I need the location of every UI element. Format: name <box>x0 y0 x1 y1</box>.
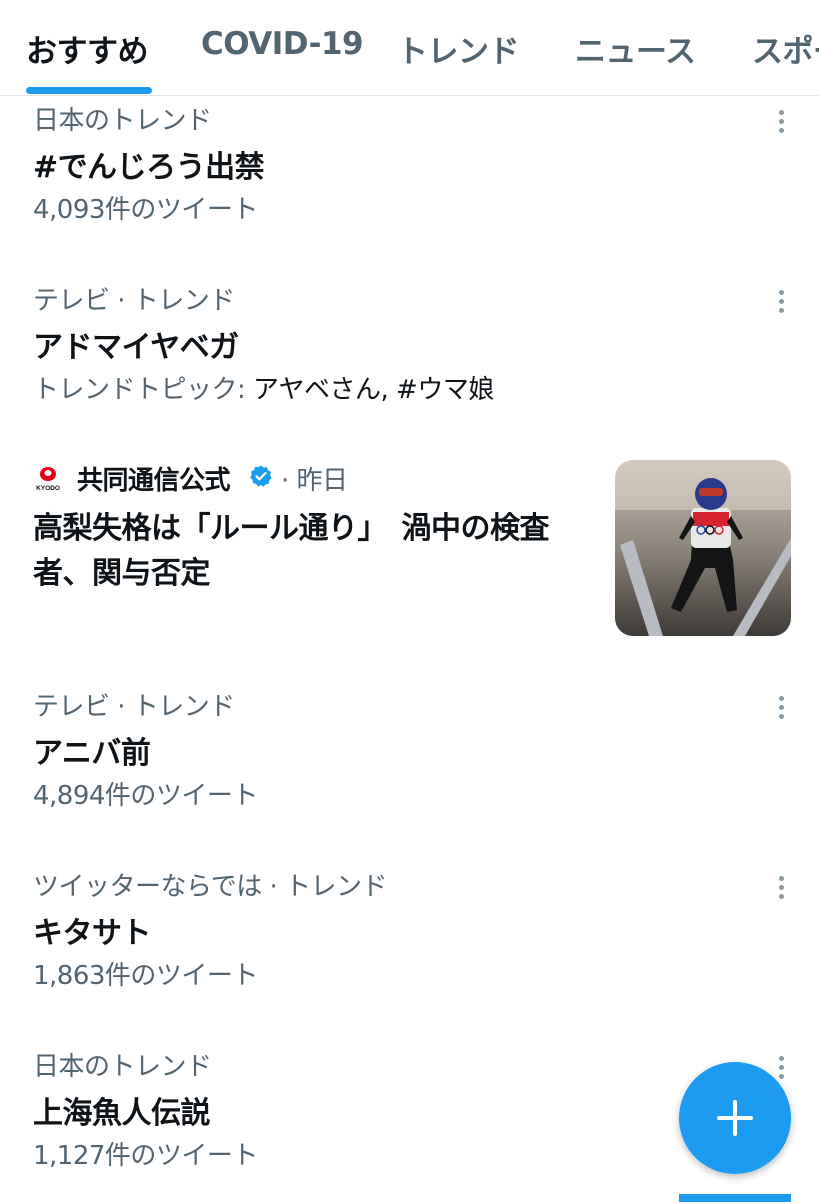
trend-name: 上海魚人伝説 <box>33 1096 211 1131</box>
trend-item[interactable]: テレビ · トレンド アニバ前 4,894件のツイート <box>0 686 819 816</box>
more-vertical-icon[interactable] <box>773 694 791 722</box>
trend-context: テレビ · トレンド <box>33 286 235 316</box>
trend-topics-values: アヤベさん, #ウマ娘 <box>253 375 494 405</box>
more-vertical-icon[interactable] <box>773 874 791 902</box>
bottom-bar-peek <box>679 1194 791 1202</box>
tab-covid-19[interactable]: COVID-19 <box>201 26 364 62</box>
more-vertical-icon[interactable] <box>773 288 791 316</box>
compose-tweet-button[interactable] <box>679 1062 791 1174</box>
trend-item[interactable]: ツイッターならでは · トレンド キタサト 1,863件のツイート <box>0 866 819 996</box>
trend-item[interactable]: 日本のトレンド #でんじろう出禁 4,093件のツイート <box>0 100 819 230</box>
kyodo-logo-icon: KYODO <box>36 467 60 492</box>
trend-context: 日本のトレンド <box>33 1052 212 1082</box>
trend-item[interactable]: テレビ · トレンド アドマイヤベガ トレンドトピック: アヤベさん, #ウマ娘 <box>0 280 819 420</box>
news-headline: 高梨失格は「ルール通り」 渦中の検査者、関与否定 <box>33 511 550 591</box>
explore-tab-bar: おすすめ COVID-19 トレンド ニュース スポーツ <box>0 0 819 96</box>
trend-context: 日本のトレンド <box>33 106 212 136</box>
news-item[interactable]: KYODO 共同通信公式 · 昨日 高梨失格は「ルール通り」 渦中の検査者、関与… <box>0 460 819 640</box>
tab-for-you[interactable]: おすすめ <box>26 26 149 71</box>
trend-name: キタサト <box>33 916 152 951</box>
trend-context: テレビ · トレンド <box>33 692 235 722</box>
more-vertical-icon[interactable] <box>773 108 791 136</box>
trend-tweet-count: 1,863件のツイート <box>33 961 258 991</box>
trend-topics-label: トレンドトピック: <box>33 375 246 405</box>
trend-name: アニバ前 <box>33 736 151 771</box>
kyodo-logo-text: KYODO <box>36 485 60 492</box>
plus-icon <box>717 1100 753 1136</box>
trend-name: #でんじろう出禁 <box>33 150 265 185</box>
more-vertical-icon[interactable] <box>773 1054 791 1082</box>
news-thumbnail-image <box>615 460 791 636</box>
trend-name: アドマイヤベガ <box>33 330 239 365</box>
trend-tweet-count: 1,127件のツイート <box>33 1141 258 1171</box>
trend-tweet-count: 4,894件のツイート <box>33 781 258 811</box>
tab-trending[interactable]: トレンド <box>397 26 520 71</box>
trend-tweet-count: 4,093件のツイート <box>33 195 258 225</box>
active-tab-indicator <box>26 87 152 94</box>
tab-news[interactable]: ニュース <box>575 26 696 71</box>
news-source-name: 共同通信公式 <box>77 466 231 496</box>
next-trend-item-clipped <box>33 1190 253 1204</box>
trend-topics: トレンドトピック: アヤベさん, #ウマ娘 <box>33 369 494 406</box>
tab-sports[interactable]: スポーツ <box>752 26 819 71</box>
verified-badge-icon <box>250 465 272 487</box>
trend-context: ツイッターならでは · トレンド <box>33 872 388 902</box>
news-timestamp: · 昨日 <box>281 466 348 496</box>
